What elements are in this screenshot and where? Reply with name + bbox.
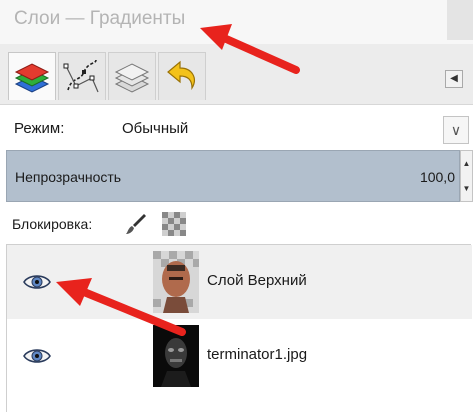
channels-icon bbox=[114, 63, 150, 93]
mode-select[interactable]: Обычный bbox=[122, 120, 188, 137]
alpha-checker-icon[interactable] bbox=[162, 212, 186, 236]
dialog-title: Слои — Градиенты bbox=[14, 8, 186, 29]
opacity-slider[interactable]: Непрозрачность 100,0 bbox=[6, 150, 460, 202]
paths-icon bbox=[63, 59, 99, 93]
eye-icon[interactable] bbox=[23, 347, 51, 365]
chevron-down-icon: ∨ bbox=[450, 122, 462, 138]
layers-list: Слой Верхний terminator1.jpg bbox=[6, 244, 472, 412]
dialog-titlebar: Слои — Градиенты bbox=[0, 0, 473, 44]
tab-layers[interactable] bbox=[8, 52, 56, 100]
layer-name: Слой Верхний bbox=[207, 272, 307, 289]
mode-label: Режим: bbox=[14, 120, 65, 137]
lock-label: Блокировка: bbox=[12, 216, 93, 232]
layer-name: terminator1.jpg bbox=[207, 346, 308, 363]
titlebar-button[interactable] bbox=[447, 0, 473, 40]
dock-tab-bar bbox=[0, 44, 473, 105]
tab-paths[interactable] bbox=[58, 52, 106, 100]
mode-row: Режим: Обычный ∨ bbox=[0, 108, 473, 144]
mode-dropdown-button[interactable]: ∨ bbox=[443, 116, 469, 144]
brush-icon[interactable] bbox=[124, 212, 148, 236]
eye-icon[interactable] bbox=[23, 273, 51, 291]
layer-thumbnail bbox=[153, 251, 199, 313]
layer-thumbnail bbox=[153, 325, 199, 387]
lock-row: Блокировка: bbox=[0, 208, 473, 238]
opacity-spinner[interactable]: ▲ ▼ bbox=[460, 150, 473, 202]
triangle-left-icon: ◀ bbox=[450, 73, 458, 84]
spin-down-icon[interactable]: ▼ bbox=[461, 176, 472, 201]
tab-undo-history[interactable] bbox=[158, 52, 206, 100]
opacity-label: Непрозрачность bbox=[15, 169, 122, 185]
tab-menu-button[interactable]: ◀ bbox=[445, 70, 463, 88]
undo-history-icon bbox=[167, 60, 195, 91]
layers-icon bbox=[14, 63, 50, 93]
opacity-value: 100,0 bbox=[419, 169, 455, 185]
tab-channels[interactable] bbox=[108, 52, 156, 100]
layer-row[interactable]: Слой Верхний bbox=[7, 245, 472, 319]
layer-row[interactable]: terminator1.jpg bbox=[7, 319, 472, 393]
spin-up-icon[interactable]: ▲ bbox=[461, 151, 472, 176]
